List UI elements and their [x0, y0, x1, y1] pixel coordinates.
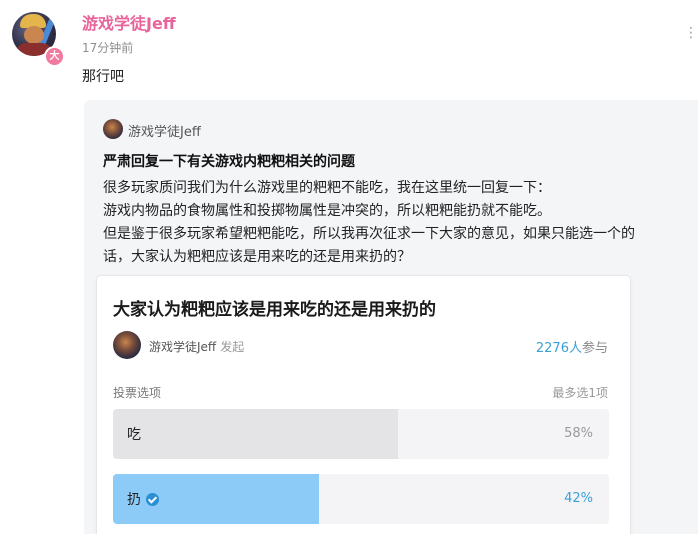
quoted-post-line: 很多玩家质问我们为什么游戏里的粑粑不能吃，我在这里统一回复一下： — [103, 180, 551, 196]
quoted-author-name[interactable]: 游戏学徒Jeff — [128, 121, 201, 140]
quoted-post-line: 话，大家认为粑粑应该是用来吃的还是用来扔的？ — [103, 249, 411, 265]
poll-option-percent: 42% — [564, 491, 593, 506]
poll-options-label: 投票选项 — [113, 386, 162, 400]
more-dots-icon[interactable]: ⋮ — [684, 26, 698, 40]
poll-card: 大家认为粑粑应该是用来吃的还是用来扔的 游戏学徒Jeff 发起 2276人参与 投… — [97, 276, 630, 534]
poll-option-label: 吃 — [127, 424, 141, 444]
check-circle-icon — [146, 492, 159, 506]
poll-option-percent: 58% — [564, 426, 593, 441]
poll-title: 大家认为粑粑应该是用来吃的还是用来扔的 — [113, 300, 436, 320]
poll-author-avatar[interactable] — [113, 331, 141, 359]
poll-option-text: 吃 — [127, 427, 141, 443]
participants-label: 参与 — [581, 341, 608, 356]
author-avatar[interactable]: 大 — [10, 10, 65, 67]
poll-author: 游戏学徒Jeff 发起 — [149, 338, 244, 355]
post-author-name[interactable]: 游戏学徒Jeff — [82, 10, 176, 34]
poll-option-eat[interactable]: 吃 58% — [113, 409, 609, 459]
poll-author-name[interactable]: 游戏学徒Jeff — [149, 340, 216, 354]
quoted-post-body: 很多玩家质问我们为什么游戏里的粑粑不能吃，我在这里统一回复一下： 游戏内物品的食… — [103, 177, 683, 269]
poll-option-text: 扔 — [127, 492, 141, 508]
poll-participants: 2276人参与 — [536, 337, 608, 356]
poll-option-throw[interactable]: 扔 42% — [113, 474, 609, 524]
quoted-post-line: 但是鉴于很多玩家希望粑粑能吃，所以我再次征求一下大家的意见，如果只能选一个的 — [103, 226, 635, 242]
post-text: 那行吧 — [82, 69, 124, 85]
participants-count: 2276人 — [535, 341, 582, 356]
avatar-badge: 大 — [44, 46, 65, 67]
poll-option-label: 扔 — [127, 489, 159, 509]
post-timestamp: 17分钟前 — [82, 41, 134, 55]
poll-author-suffix: 发起 — [220, 340, 245, 354]
quoted-author-avatar[interactable] — [103, 119, 123, 139]
quoted-post-line: 游戏内物品的食物属性和投掷物属性是冲突的，所以粑粑能扔就不能吃。 — [103, 203, 551, 219]
poll-option-fill — [113, 409, 399, 459]
poll-max-choice: 最多选1项 — [552, 386, 608, 400]
quoted-post-title: 严肃回复一下有关游戏内粑粑相关的问题 — [103, 154, 355, 170]
